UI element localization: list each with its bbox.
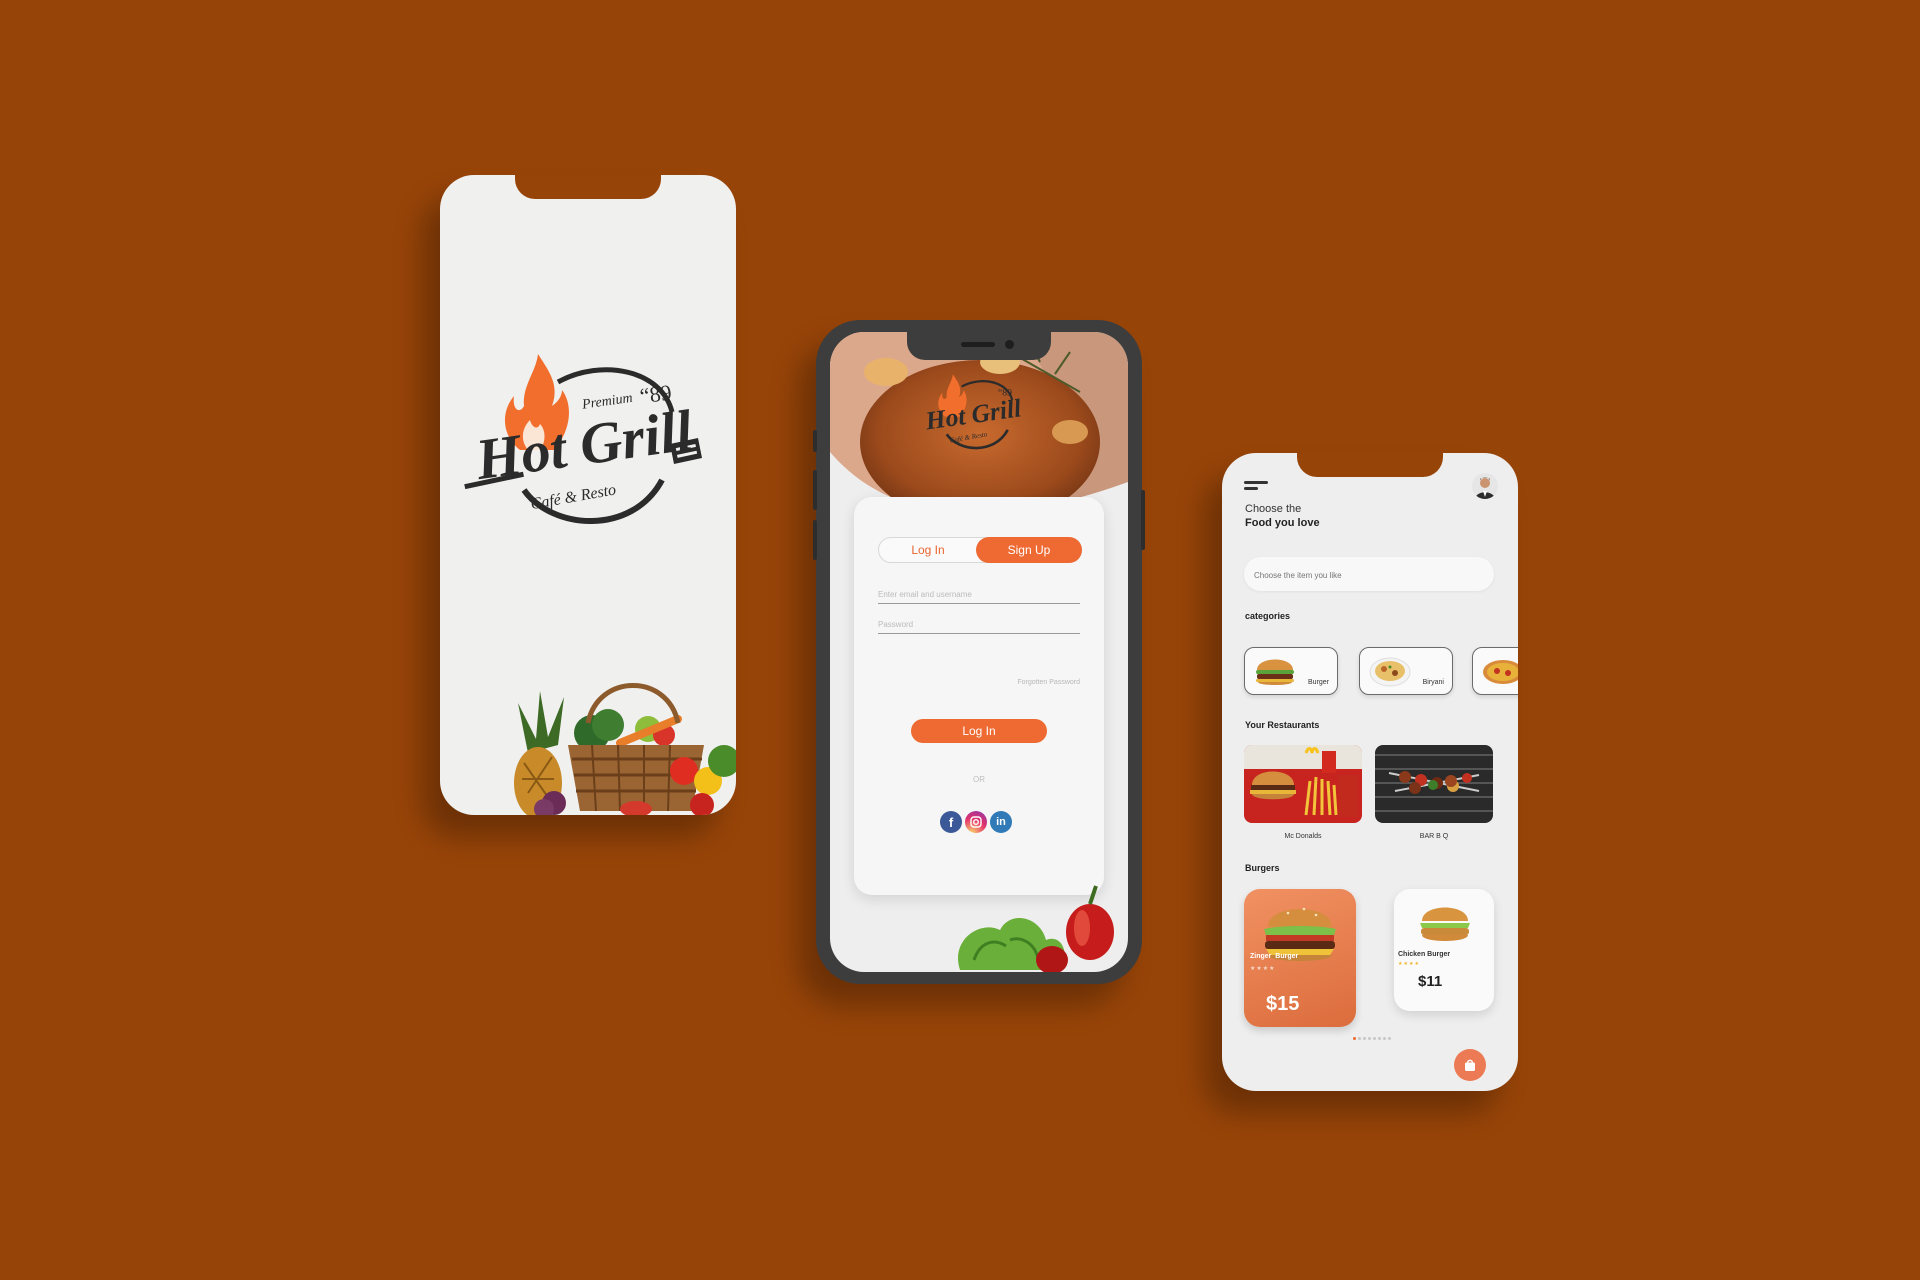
product-name: Zinger Burger (1250, 953, 1299, 960)
email-field[interactable]: Enter email and username (878, 581, 1080, 604)
user-avatar-icon (1475, 477, 1495, 499)
side-button (813, 430, 817, 452)
front-camera (1005, 340, 1014, 349)
carousel-indicator[interactable] (1353, 1037, 1391, 1040)
category-label: Burger (1307, 679, 1329, 686)
instagram-icon[interactable] (965, 811, 987, 833)
category-pizza[interactable] (1472, 647, 1518, 695)
login-screen-phone: “89 Hot Grill Café & Resto Log In Sign U… (813, 320, 1145, 984)
categories-title: categories (1245, 611, 1291, 621)
vegetables-image (958, 885, 1114, 972)
social-login-row: f in (940, 811, 1012, 833)
brand-name: Hot Grill (923, 393, 1024, 435)
restaurant-mcdonalds-card[interactable] (1244, 745, 1362, 823)
login-screen: “89 Hot Grill Café & Resto Log In Sign U… (830, 332, 1128, 972)
volume-down-button (813, 520, 817, 560)
phone-notch (907, 332, 1051, 360)
burger-icon (1256, 659, 1294, 685)
chicken-burger-image (1420, 907, 1470, 941)
restaurant-barbq-card[interactable] (1375, 745, 1493, 823)
restaurant-name: BAR B Q (1419, 833, 1449, 840)
linkedin-icon[interactable]: in (990, 811, 1012, 833)
log-in-button[interactable]: Log In (911, 719, 1047, 743)
product-name: Chicken Burger (1398, 951, 1451, 958)
product-card-chicken-burger[interactable]: Chicken Burger ★★★★ $11 (1394, 889, 1494, 1011)
product-card-zinger-burger[interactable]: Zinger Burger ★★★★ $15 (1244, 889, 1356, 1027)
hot-grill-logo: “89 Hot Grill Café & Resto (923, 374, 1024, 450)
greeting-line-2: Food you love (1245, 517, 1320, 529)
tab-log-in[interactable]: Log In (879, 538, 977, 562)
hot-grill-logo: Premium “89 Hot Grill Café & Resto (464, 354, 702, 524)
password-field[interactable]: Password (878, 611, 1080, 634)
search-input[interactable] (1252, 557, 1476, 593)
category-burger[interactable]: Burger (1244, 647, 1338, 695)
brand-tagline: Café & Resto (529, 481, 617, 513)
category-label: Biryani (1422, 679, 1444, 686)
splash-screen-phone: Premium “89 Hot Grill Café & Resto (440, 175, 736, 815)
tab-sign-up[interactable]: Sign Up (976, 537, 1082, 563)
burgers-title: Burgers (1245, 863, 1280, 873)
shopping-bag-icon (1465, 1059, 1475, 1071)
volume-up-button (813, 470, 817, 510)
home-screen-phone: Choose the Food you love categories Burg… (1222, 453, 1518, 1091)
vegetable-basket-image (514, 683, 736, 815)
or-divider: OR (973, 775, 985, 784)
auth-tab-switch: Log In Sign Up (878, 537, 1082, 563)
phone-notch (515, 175, 661, 199)
facebook-icon[interactable]: f (940, 811, 962, 833)
product-price: $15 (1266, 993, 1300, 1015)
power-button (1141, 490, 1145, 550)
pizza-icon (1483, 660, 1518, 684)
biryani-icon (1369, 657, 1411, 687)
menu-icon[interactable] (1244, 481, 1268, 491)
brand-tagline: Café & Resto (949, 430, 988, 445)
login-card: Log In Sign Up Enter email and username … (854, 497, 1104, 895)
restaurants-title: Your Restaurants (1245, 720, 1320, 730)
category-biryani[interactable]: Biryani (1359, 647, 1453, 695)
cart-button[interactable] (1454, 1049, 1486, 1081)
brand-name: Hot Grill (471, 397, 697, 492)
speaker (961, 342, 995, 347)
rating-stars: ★★★★ (1398, 961, 1420, 967)
product-price: $11 (1418, 973, 1443, 990)
phone-notch (1297, 453, 1443, 477)
restaurant-name: Mc Donalds (1284, 833, 1322, 840)
avatar[interactable] (1472, 473, 1498, 499)
forgotten-password-link[interactable]: Forgotten Password (1017, 679, 1080, 686)
search-bar (1244, 557, 1494, 593)
greeting-line-1: Choose the (1245, 503, 1302, 515)
rating-stars: ★★★★ (1250, 966, 1276, 972)
